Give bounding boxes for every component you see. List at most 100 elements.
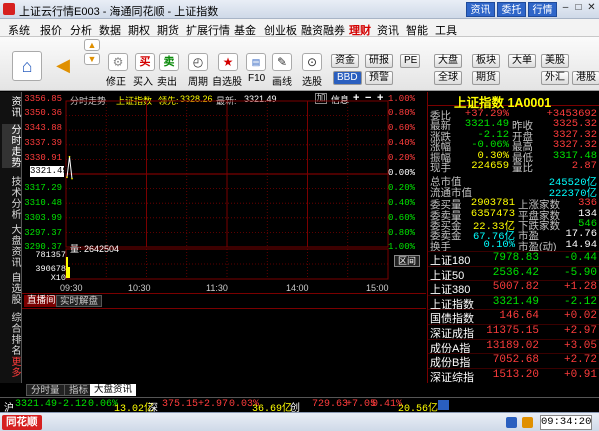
index-change[interactable]: +1.28	[564, 281, 597, 293]
index-price[interactable]: 5007.82	[493, 281, 539, 293]
period-icon[interactable]: ◴	[188, 53, 208, 71]
f10-icon[interactable]: ▤	[246, 53, 266, 71]
index-price[interactable]: 1513.20	[493, 369, 539, 381]
sell-icon[interactable]: 卖	[159, 53, 179, 71]
interval-button[interactable]: 区间	[394, 255, 420, 267]
price-tick-label: 3350.36	[24, 108, 62, 118]
menu-data[interactable]: 数据	[99, 22, 121, 38]
buy-icon[interactable]: 买	[135, 53, 155, 71]
us-stock-button[interactable]: 美股	[541, 54, 569, 68]
down-arrow-icon[interactable]: ▼	[84, 53, 100, 65]
index-change[interactable]: -5.90	[564, 267, 597, 279]
nav-technical[interactable]: 技术分析	[2, 176, 20, 220]
trade-title-button[interactable]: 委托	[497, 2, 526, 17]
market-button[interactable]: 大盘	[434, 54, 462, 68]
index-status-bar: 沪 3321.49 -2.12 0.06% 13.02亿 深 375.15 +2…	[0, 397, 599, 415]
menu-finance[interactable]: 理财	[349, 22, 371, 38]
price-point	[71, 177, 73, 180]
quote-title-button[interactable]: 行情	[528, 2, 557, 17]
research-button[interactable]: 研报	[365, 54, 393, 68]
global-button[interactable]: 全球	[434, 71, 462, 85]
modify-icon[interactable]: ⚙	[108, 53, 128, 71]
index-price[interactable]: 3321.49	[493, 296, 539, 308]
hk-stock-button[interactable]: 港股	[572, 71, 599, 85]
up-arrow-icon[interactable]: ▲	[84, 39, 100, 51]
menu-margin[interactable]: 融资融券	[301, 22, 345, 38]
stock-picker-icon[interactable]: ⊙	[302, 53, 322, 71]
tab-indicators[interactable]: 指标	[64, 384, 94, 396]
bbd-button[interactable]: BBD	[333, 71, 362, 85]
tab-live-room[interactable]: 直播间	[24, 295, 59, 307]
futures-button[interactable]: 期货	[472, 71, 500, 85]
left-nav: 资讯 分时走势 技术分析 大盘资讯 自选股 综合排名 更多	[0, 92, 22, 383]
index-change[interactable]: +2.97	[564, 325, 597, 337]
tab-intraday-volume[interactable]: 分时量	[26, 384, 65, 396]
index-price[interactable]: 11375.15	[486, 325, 539, 337]
quote-title-bar: 上证指数 1A0001	[428, 92, 599, 110]
message-icon[interactable]	[522, 417, 533, 428]
index-change[interactable]: +0.02	[564, 310, 597, 322]
percent-tick-label: 0.20%	[388, 153, 416, 163]
index-change[interactable]: +0.91	[564, 369, 597, 381]
index-price[interactable]: 13189.02	[486, 340, 539, 352]
tab-realtime-commentary[interactable]: 实时解盘	[56, 295, 103, 307]
percent-tick-label: 1.00%	[388, 94, 416, 104]
capital-button[interactable]: 资金	[331, 54, 359, 68]
menu-funds[interactable]: 基金	[234, 22, 256, 38]
menu-options[interactable]: 期权	[128, 22, 150, 38]
draw-line-label[interactable]: 画线	[272, 73, 292, 88]
stock-picker-label[interactable]: 选股	[302, 73, 322, 88]
index-price[interactable]: 7052.68	[493, 354, 539, 366]
home-icon[interactable]: ⌂	[12, 51, 42, 81]
nav-news[interactable]: 资讯	[2, 96, 20, 118]
pe-button[interactable]: PE	[400, 54, 420, 68]
index-price[interactable]: 7978.83	[493, 252, 539, 264]
watchlist-label[interactable]: 自选股	[212, 73, 242, 88]
network-icon[interactable]	[506, 417, 517, 428]
menu-tools[interactable]: 工具	[435, 22, 457, 38]
maximize-icon[interactable]: □	[572, 2, 585, 15]
f10-label[interactable]: F10	[248, 73, 265, 84]
menu-news[interactable]: 资讯	[377, 22, 399, 38]
menu-extended[interactable]: 扩展行情	[186, 22, 230, 38]
percent-tick-label: 0.60%	[388, 123, 416, 133]
nav-market-news[interactable]: 大盘资讯	[2, 224, 20, 268]
nav-watchlist[interactable]: 自选股	[2, 272, 20, 305]
index-change[interactable]: +3.05	[564, 340, 597, 352]
modify-label[interactable]: 修正	[106, 73, 126, 88]
news-title-button[interactable]: 资讯	[466, 2, 495, 17]
buy-label[interactable]: 买入	[133, 73, 153, 88]
index-price[interactable]: 2536.42	[493, 267, 539, 279]
index-change[interactable]: -0.44	[564, 252, 597, 264]
big-order-button[interactable]: 大单	[508, 54, 536, 68]
menu-analysis[interactable]: 分析	[70, 22, 92, 38]
menu-quote[interactable]: 报价	[40, 22, 62, 38]
sell-label[interactable]: 卖出	[157, 73, 177, 88]
brand-logo[interactable]: 同花顺	[2, 415, 42, 430]
notice-icon[interactable]	[438, 400, 449, 410]
index-change[interactable]: -2.12	[564, 296, 597, 308]
period-label[interactable]: 周期	[188, 73, 208, 88]
menu-system[interactable]: 系统	[8, 22, 30, 38]
nav-ranking[interactable]: 综合排名	[2, 312, 20, 356]
nav-intraday[interactable]: 分时走势	[2, 124, 20, 168]
index-change[interactable]: +2.72	[564, 354, 597, 366]
back-arrow-icon[interactable]: ◀	[52, 55, 74, 77]
forex-button[interactable]: 外汇	[541, 71, 569, 85]
menu-gem[interactable]: 创业板	[264, 22, 297, 38]
tab-market-news[interactable]: 大盘资讯	[90, 384, 137, 396]
sector-button[interactable]: 板块	[472, 54, 500, 68]
menu-futures[interactable]: 期货	[157, 22, 179, 38]
percent-tick-label: 0.80%	[388, 228, 416, 238]
draw-line-icon[interactable]: ✎	[272, 53, 292, 71]
alert-button[interactable]: 预警	[365, 71, 393, 85]
toolbar: ⌂ ◀ ▲ ▼ ⚙ 修正 买 买入 卖 卖出 ◴ 周期 ★ 自选股 ▤ F10 …	[0, 37, 599, 91]
nav-more[interactable]: 更多	[2, 356, 20, 378]
watchlist-icon[interactable]: ★	[218, 53, 238, 71]
close-icon[interactable]: ✕	[585, 2, 598, 15]
intraday-chart: 分时走势 上证指数 领先: 3328.26 最新: 3321.49 加 信息 +…	[22, 92, 426, 293]
sz-price: 375.15	[162, 399, 199, 410]
menu-smart[interactable]: 智能	[406, 22, 428, 38]
minimize-icon[interactable]: –	[559, 2, 572, 15]
index-price[interactable]: 146.64	[499, 310, 539, 322]
